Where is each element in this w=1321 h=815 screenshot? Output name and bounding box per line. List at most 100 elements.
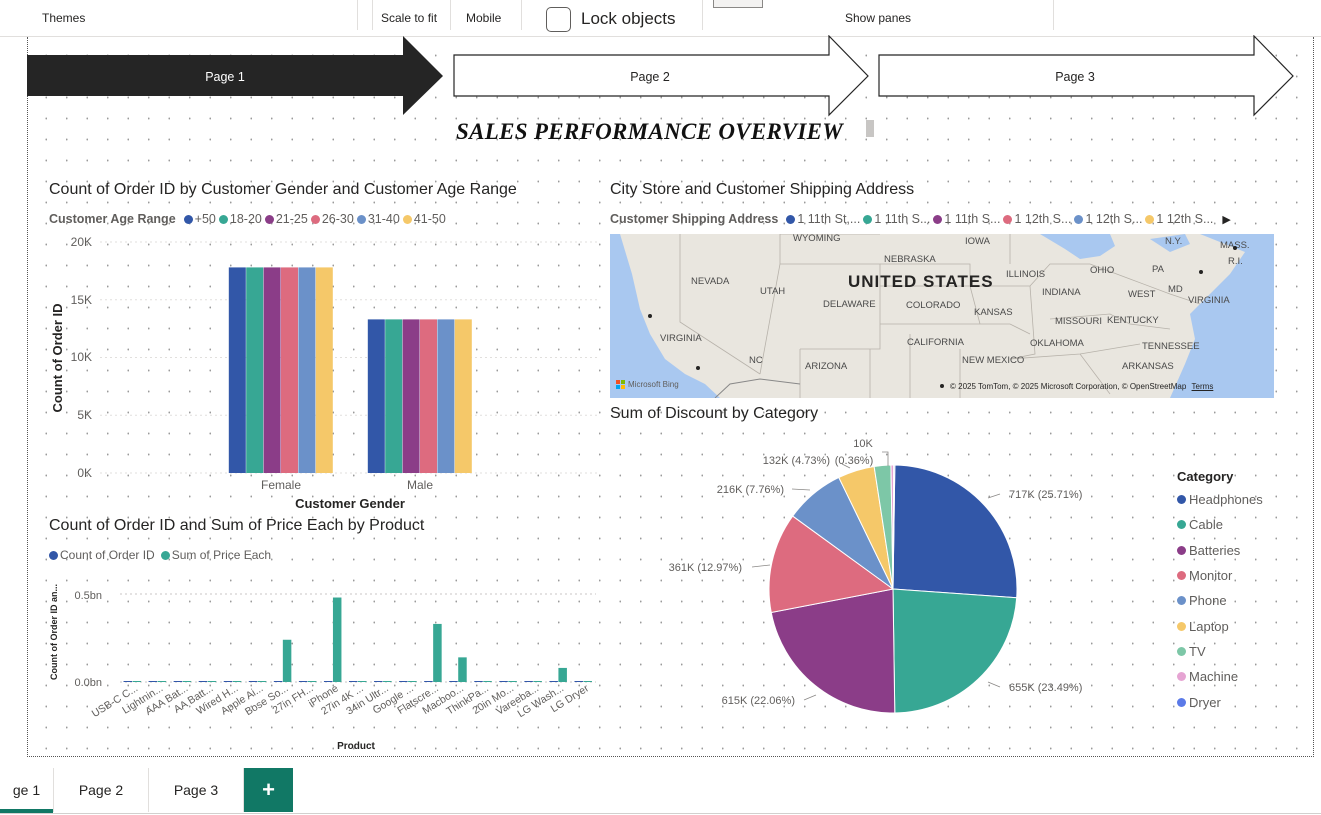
bar-male-18-20[interactable] [385, 319, 403, 473]
bar-male-41-50[interactable] [454, 319, 472, 473]
bar-count[interactable] [248, 681, 258, 682]
bar-price[interactable] [257, 681, 267, 682]
legend-item[interactable]: 1 12th S... [1145, 212, 1213, 226]
lock-objects-label[interactable]: Lock objects [581, 9, 676, 29]
add-page-button[interactable]: + [244, 768, 293, 812]
bar-price[interactable] [508, 681, 517, 682]
bar-price[interactable] [558, 667, 567, 682]
bar-price[interactable] [282, 639, 292, 682]
map-location-dot[interactable] [1233, 246, 1237, 250]
legend-item-monitor[interactable]: Monitor [1177, 563, 1263, 588]
product-chart-plot[interactable]: Count of Order ID an... 0.5bn 0.0bn USB-… [40, 572, 610, 756]
pie-slice-cable[interactable] [892, 588, 1018, 714]
bar-male-26-30[interactable] [420, 319, 437, 473]
bar-female-26-30[interactable] [281, 267, 298, 473]
legend-item[interactable]: 1 11th S... [933, 212, 1000, 226]
bar-count[interactable] [298, 681, 308, 682]
bar-count[interactable] [474, 681, 483, 682]
bar-male-+50[interactable] [367, 319, 385, 473]
legend-item[interactable]: +50 [183, 212, 216, 226]
legend-next-arrow-icon[interactable]: ▶ [1222, 213, 1230, 226]
product-chart-title[interactable]: Count of Order ID and Sum of Price Each … [49, 517, 424, 535]
bar-price[interactable] [408, 681, 417, 682]
legend-item[interactable]: 1 11th S... [863, 212, 930, 226]
bar-male-21-25[interactable] [402, 319, 420, 473]
bar-price[interactable] [332, 597, 342, 682]
bar-female-+50[interactable] [228, 267, 246, 473]
legend-item-dryer[interactable]: Dryer [1177, 689, 1263, 714]
lock-objects-checkbox[interactable] [546, 7, 571, 32]
legend-item-phone[interactable]: Phone [1177, 588, 1263, 613]
bar-price[interactable] [583, 681, 592, 682]
legend-item[interactable]: 41-50 [402, 212, 446, 226]
bar-count[interactable] [173, 681, 183, 682]
bar-count[interactable] [374, 681, 383, 682]
bar-count[interactable] [323, 681, 333, 682]
bar-count[interactable] [399, 681, 408, 682]
legend-item-cable[interactable]: Cable [1177, 512, 1263, 537]
legend-item-tv[interactable]: TV [1177, 639, 1263, 664]
bar-price[interactable] [157, 681, 167, 682]
nav-page-1-button[interactable]: Page 1 [27, 36, 443, 115]
bar-price[interactable] [533, 681, 542, 682]
pie-slice-headphones[interactable] [892, 464, 1018, 599]
bar-count[interactable] [223, 681, 233, 682]
pie-chart-plot[interactable]: 717K (25.71%) 655K (23.49%) 615K (22.06%) 3… [620, 430, 1170, 740]
scale-to-fit-button[interactable]: Scale to fit [381, 11, 437, 25]
legend-item-laptop[interactable]: Laptop [1177, 613, 1263, 638]
bar-count[interactable] [549, 681, 558, 682]
legend-item-batteries[interactable]: Batteries [1177, 538, 1263, 563]
legend-item[interactable]: 21-25 [264, 212, 308, 226]
legend-item[interactable]: Count of Order ID [49, 548, 155, 562]
bar-female-31-40[interactable] [298, 267, 316, 473]
bar-price[interactable] [358, 681, 367, 682]
bar-price[interactable] [307, 681, 317, 682]
bar-female-18-20[interactable] [246, 267, 264, 473]
bar-price[interactable] [232, 681, 242, 682]
bar-price[interactable] [182, 681, 192, 682]
mobile-button[interactable]: Mobile [466, 11, 501, 25]
bar-price[interactable] [383, 681, 392, 682]
tab-page-3[interactable]: Page 3 [149, 768, 244, 812]
bar-price[interactable] [132, 681, 142, 682]
bar-count[interactable] [198, 681, 208, 682]
map-terms-link[interactable]: Terms [1192, 382, 1214, 391]
tab-page-1[interactable]: ge 1 [0, 768, 54, 812]
bar-female-41-50[interactable] [315, 267, 333, 473]
legend-item[interactable]: Sum of Price Each [160, 548, 271, 562]
map-location-dot[interactable] [1199, 270, 1203, 274]
bar-price[interactable] [458, 657, 467, 682]
gender-chart-plot[interactable]: 20K 15K 10K 5K 0K Female Male Customer G… [40, 230, 610, 515]
map-visual[interactable]: WYOMING IOWA NEBRASKA NEVADA UTAH ILLINOIS OHI… [610, 234, 1274, 398]
legend-item[interactable]: 31-40 [356, 212, 400, 226]
legend-item-headphones[interactable]: Headphones [1177, 487, 1263, 512]
legend-item[interactable]: 1 12th S... [1003, 212, 1071, 226]
bar-count[interactable] [123, 681, 133, 682]
tab-page-2[interactable]: Page 2 [54, 768, 149, 812]
bar-price[interactable] [207, 681, 217, 682]
bar-male-31-40[interactable] [437, 319, 455, 473]
themes-button[interactable]: Themes [42, 11, 85, 25]
legend-item[interactable]: 18-20 [218, 212, 262, 226]
bar-price[interactable] [483, 681, 492, 682]
bar-female-21-25[interactable] [263, 267, 281, 473]
bar-count[interactable] [499, 681, 508, 682]
bar-count[interactable] [449, 681, 458, 682]
bar-price[interactable] [433, 623, 442, 682]
legend-item[interactable]: 26-30 [310, 212, 354, 226]
map-location-dot[interactable] [648, 314, 652, 318]
bar-count[interactable] [524, 681, 533, 682]
bar-count[interactable] [148, 681, 158, 682]
map-location-dot[interactable] [696, 366, 700, 370]
nav-page-3-button[interactable]: Page 3 [878, 35, 1294, 117]
ribbon-dropdown-button[interactable] [713, 0, 763, 8]
bar-count[interactable] [424, 681, 433, 682]
bar-count[interactable] [273, 681, 283, 682]
nav-page-2-button[interactable]: Page 2 [453, 35, 869, 117]
legend-item[interactable]: 1 11th St,... [786, 212, 860, 226]
legend-item-machine[interactable]: Machine [1177, 664, 1263, 689]
legend-item[interactable]: 1 12th S... [1074, 212, 1142, 226]
map-location-dot[interactable] [940, 384, 944, 388]
pie-chart-title[interactable]: Sum of Discount by Category [610, 405, 818, 423]
gender-chart-title[interactable]: Count of Order ID by Customer Gender and… [49, 181, 517, 199]
